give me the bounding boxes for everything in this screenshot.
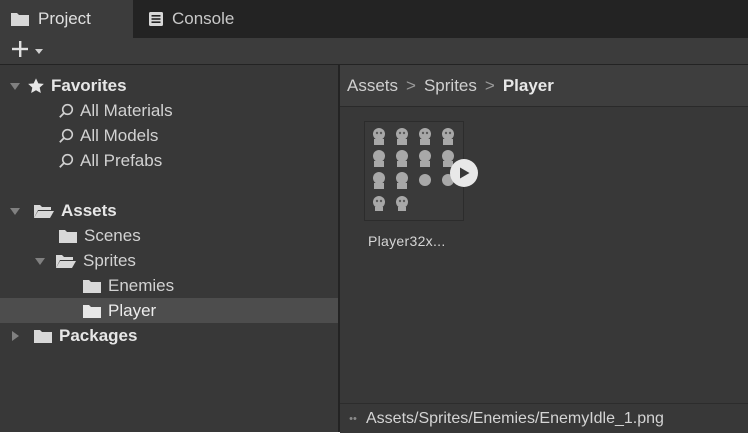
search-icon (58, 103, 74, 119)
breadcrumb: Assets > Sprites > Player (340, 65, 748, 107)
tree-item-enemies[interactable]: Enemies (0, 273, 338, 298)
breadcrumb-separator: > (484, 75, 495, 95)
breadcrumb-separator: > (406, 75, 416, 95)
sprite-row-3 (373, 172, 454, 189)
tree-item-label: All Models (80, 125, 159, 145)
tree-item-label: Assets (61, 200, 117, 220)
asset-item-player-spritesheet[interactable]: Player32x... (364, 121, 478, 257)
folder-icon (82, 278, 102, 294)
folder-tree: Favorites All Materials All Models All P… (0, 65, 338, 432)
folder-icon (82, 303, 102, 319)
breadcrumb-player[interactable]: Player (503, 76, 554, 96)
tree-item-label: All Prefabs (80, 150, 163, 170)
tree-item-scenes[interactable]: Scenes (0, 223, 338, 248)
breadcrumb-sprites[interactable]: Sprites (424, 76, 477, 96)
collapse-arrow-icon[interactable] (10, 330, 20, 341)
tree-item-assets[interactable]: Assets (0, 198, 338, 223)
tree-item-label: Enemies (108, 275, 175, 295)
sprite-row-4 (373, 196, 408, 211)
folder-icon (10, 11, 30, 27)
tree-item-label: Favorites (51, 75, 127, 95)
tree-item-all-prefabs[interactable]: All Prefabs (0, 148, 338, 173)
breadcrumb-assets[interactable]: Assets (347, 76, 398, 96)
tree-item-packages[interactable]: Packages (0, 323, 338, 348)
tab-project[interactable]: Project (0, 0, 133, 38)
expand-sprites-button[interactable] (450, 159, 478, 187)
sprite-row-2 (373, 150, 454, 167)
tree-item-player[interactable]: Player (0, 298, 338, 323)
asset-label: Player32x... (368, 233, 446, 249)
folder-icon (58, 228, 78, 244)
expand-arrow-icon[interactable] (10, 81, 20, 91)
toolbar (0, 38, 748, 65)
status-bar: •• Assets/Sprites/Enemies/EnemyIdle_1.pn… (340, 403, 748, 433)
tree-item-all-models[interactable]: All Models (0, 123, 338, 148)
tab-project-label: Project (38, 9, 91, 28)
asset-thumbnail[interactable] (364, 121, 464, 221)
tree-item-label: Player (108, 300, 157, 320)
search-icon (58, 153, 74, 169)
caret-down-icon (34, 42, 44, 60)
tree-item-label: All Materials (80, 100, 173, 120)
expand-arrow-icon[interactable] (35, 256, 45, 266)
tab-console[interactable]: Console (148, 0, 234, 38)
create-button[interactable] (10, 40, 58, 62)
folder-open-icon (55, 253, 77, 269)
tree-item-sprites[interactable]: Sprites (0, 248, 338, 273)
folder-icon (33, 328, 53, 344)
play-icon (460, 167, 470, 179)
star-icon (27, 77, 45, 95)
plus-icon (10, 39, 30, 64)
tree-item-label: Packages (59, 325, 138, 345)
tab-bar: Project Console (0, 0, 748, 38)
console-icon (148, 11, 164, 27)
dots-icon: •• (349, 412, 357, 425)
selected-asset-path: Assets/Sprites/Enemies/EnemyIdle_1.png (366, 409, 664, 427)
search-icon (58, 128, 74, 144)
expand-arrow-icon[interactable] (10, 206, 20, 216)
tree-item-favorites[interactable]: Favorites (0, 73, 338, 98)
asset-panel: Assets > Sprites > Player Player32x... •… (340, 65, 748, 433)
tab-console-label: Console (172, 9, 235, 28)
folder-open-icon (33, 203, 55, 219)
tree-item-label: Scenes (84, 225, 141, 245)
project-window: Project Console Favorites All Materials … (0, 0, 748, 433)
tree-item-label: Sprites (83, 250, 136, 270)
sprite-row-1 (373, 128, 454, 145)
tree-item-all-materials[interactable]: All Materials (0, 98, 338, 123)
